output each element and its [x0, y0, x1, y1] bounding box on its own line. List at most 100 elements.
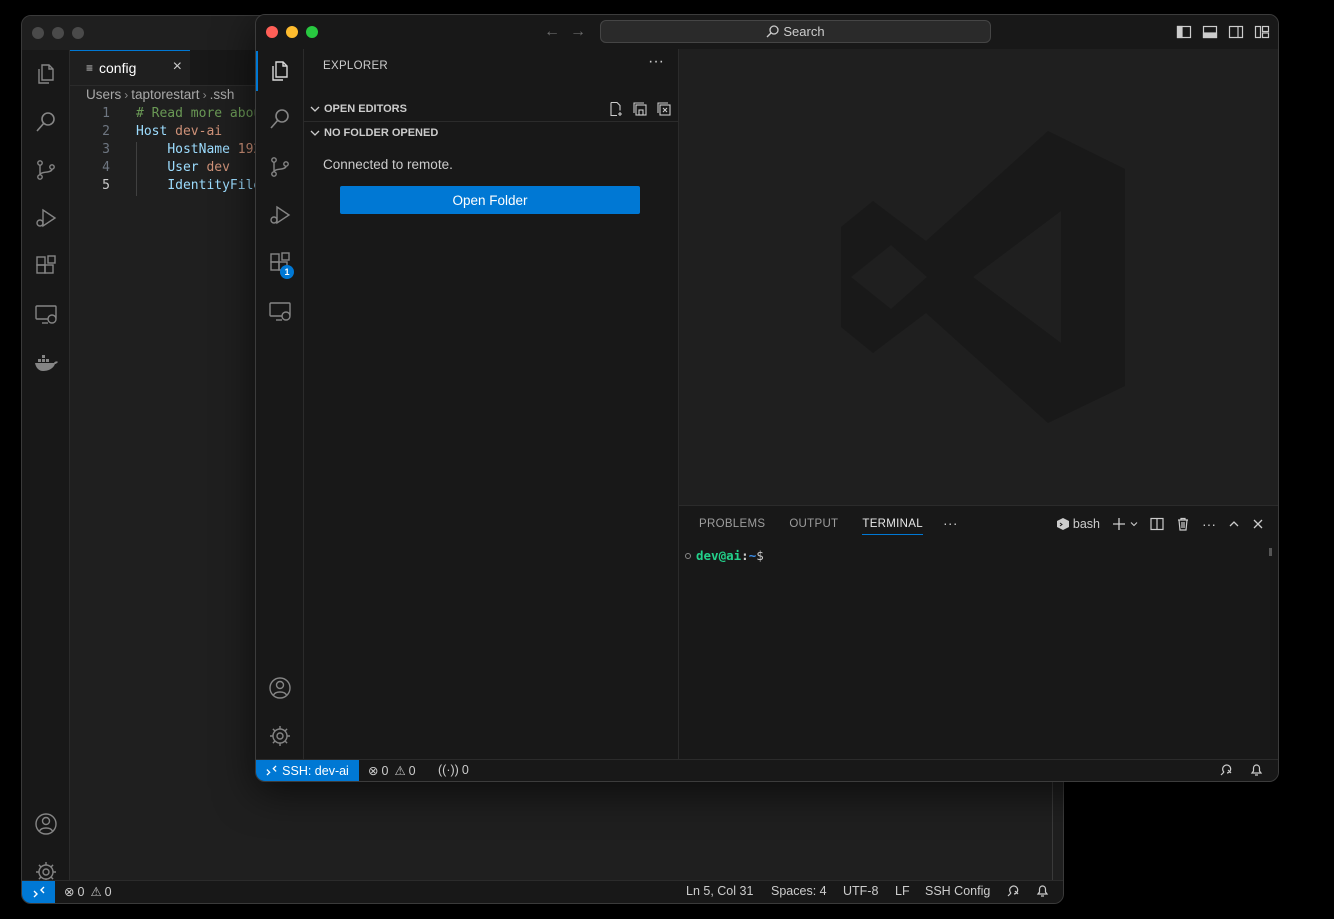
more-actions-icon[interactable]: ···	[648, 53, 664, 71]
zoom-window-button[interactable]	[306, 26, 318, 38]
problems-status[interactable]: ⊗ 0 ⚠ 0	[64, 884, 112, 900]
chevron-down-icon[interactable]	[1130, 520, 1138, 528]
tab-output[interactable]: OUTPUT	[789, 518, 838, 535]
remote-explorer-icon[interactable]	[22, 294, 69, 334]
warning-icon: ⚠	[394, 764, 406, 778]
prompt-user-host: dev@ai	[696, 548, 742, 563]
accounts-icon[interactable]	[22, 804, 69, 844]
notifications-bell-icon[interactable]	[1250, 763, 1263, 777]
more-tabs-icon[interactable]: ···	[943, 515, 958, 535]
source-control-icon[interactable]	[22, 150, 69, 190]
more-actions-icon[interactable]: ···	[1202, 516, 1216, 532]
toggle-panel-icon[interactable]	[1202, 24, 1218, 40]
explorer-icon[interactable]	[256, 51, 303, 91]
encoding-status[interactable]: UTF-8	[843, 884, 878, 898]
code-text: # Read more about	[136, 105, 269, 123]
minimize-window-button[interactable]	[286, 26, 298, 38]
open-editors-section[interactable]: OPEN EDITORS	[304, 98, 678, 120]
settings-gear-icon[interactable]	[256, 716, 303, 756]
search-icon[interactable]	[22, 102, 69, 142]
remote-indicator-button[interactable]	[22, 881, 55, 903]
terminal-bash-icon	[1056, 518, 1069, 530]
line-number: 3	[102, 142, 110, 157]
toggle-primary-sidebar-icon[interactable]	[1176, 24, 1192, 40]
language-mode[interactable]: SSH Config	[925, 884, 990, 898]
close-window-button[interactable]	[32, 27, 44, 39]
sidebar-title: EXPLORER	[323, 60, 389, 72]
run-debug-icon[interactable]	[256, 195, 303, 235]
extensions-icon[interactable]: 1	[256, 243, 303, 283]
docker-icon[interactable]	[22, 342, 69, 382]
breadcrumb-item[interactable]: .ssh	[210, 87, 235, 102]
breadcrumb-item[interactable]: taptorestart	[131, 87, 199, 102]
activity-bar: 1	[256, 49, 304, 760]
no-folder-section[interactable]: NO FOLDER OPENED	[304, 121, 678, 144]
split-terminal-icon[interactable]	[1150, 517, 1164, 531]
warning-count: 0	[408, 763, 416, 778]
warning-count: 0	[104, 884, 112, 899]
arrow-right-icon[interactable]: →	[570, 23, 586, 41]
customize-layout-icon[interactable]	[1254, 24, 1270, 40]
new-terminal-button[interactable]	[1112, 517, 1138, 531]
arrow-left-icon[interactable]: ←	[544, 23, 560, 41]
close-window-button[interactable]	[266, 26, 278, 38]
save-all-icon[interactable]	[632, 101, 648, 117]
close-panel-icon[interactable]	[1252, 518, 1264, 530]
terminal-shell-selector[interactable]: bash	[1056, 517, 1100, 531]
ports-status[interactable]: ((·)) 0	[438, 763, 469, 777]
problems-status[interactable]: ⊗ 0 ⚠ 0	[368, 763, 416, 779]
explorer-sidebar: EXPLORER ··· OPEN EDITORS NO FOLDER OPEN…	[304, 49, 679, 760]
remote-explorer-icon[interactable]	[256, 291, 303, 331]
eol-status[interactable]: LF	[895, 884, 910, 898]
close-icon[interactable]: ×	[173, 58, 182, 76]
feedback-icon[interactable]	[1219, 763, 1233, 777]
remote-label: SSH: dev-ai	[282, 763, 349, 778]
section-label: NO FOLDER OPENED	[324, 127, 439, 139]
breadcrumb-item[interactable]: Users	[86, 87, 121, 102]
accounts-icon[interactable]	[256, 668, 303, 708]
layout-controls	[1176, 24, 1270, 40]
indentation-status[interactable]: Spaces: 4	[771, 884, 827, 898]
minimize-window-button[interactable]	[52, 27, 64, 39]
error-icon: ⊗	[368, 764, 379, 778]
code-token: dev	[206, 160, 230, 175]
source-control-icon[interactable]	[256, 147, 303, 187]
chevron-down-icon	[310, 104, 324, 114]
search-icon[interactable]	[256, 99, 303, 139]
remote-indicator-button[interactable]: SSH: dev-ai	[256, 760, 359, 781]
breadcrumb: Users › taptorestart › .ssh	[86, 87, 234, 102]
tab-config[interactable]: ≡ config ×	[70, 50, 190, 85]
new-untitled-file-icon[interactable]	[608, 101, 624, 117]
close-all-editors-icon[interactable]	[656, 101, 672, 117]
trash-icon[interactable]	[1176, 517, 1190, 531]
warning-icon: ⚠	[90, 885, 102, 899]
terminal-prompt-line[interactable]: dev@ai:~$	[685, 548, 764, 563]
code-token: dev-ai	[175, 124, 223, 139]
extensions-icon[interactable]	[22, 246, 69, 286]
notifications-bell-icon[interactable]	[1036, 884, 1049, 898]
toggle-secondary-sidebar-icon[interactable]	[1228, 24, 1244, 40]
tab-terminal[interactable]: TERMINAL	[862, 518, 923, 535]
vscode-logo-watermark	[841, 131, 1126, 424]
feedback-icon[interactable]	[1006, 884, 1020, 898]
window-controls	[32, 27, 84, 39]
run-debug-icon[interactable]	[22, 198, 69, 238]
section-label: OPEN EDITORS	[324, 103, 407, 115]
command-center-search[interactable]: Search	[600, 20, 991, 43]
code-token: User	[167, 160, 199, 175]
cursor-position[interactable]: Ln 5, Col 31	[686, 884, 753, 898]
maximize-panel-icon[interactable]	[1228, 518, 1240, 530]
terminal-scrollbar[interactable]	[1269, 548, 1272, 556]
command-decoration-icon[interactable]	[685, 552, 691, 559]
chevron-right-icon: ›	[124, 87, 129, 102]
open-folder-button[interactable]: Open Folder	[340, 186, 640, 214]
status-bar: SSH: dev-ai ⊗ 0 ⚠ 0 ((·)) 0	[256, 759, 1278, 781]
line-number: 1	[102, 106, 110, 121]
tab-problems[interactable]: PROBLEMS	[699, 518, 765, 535]
zoom-window-button[interactable]	[72, 27, 84, 39]
search-icon	[766, 25, 780, 38]
explorer-icon[interactable]	[22, 54, 69, 94]
